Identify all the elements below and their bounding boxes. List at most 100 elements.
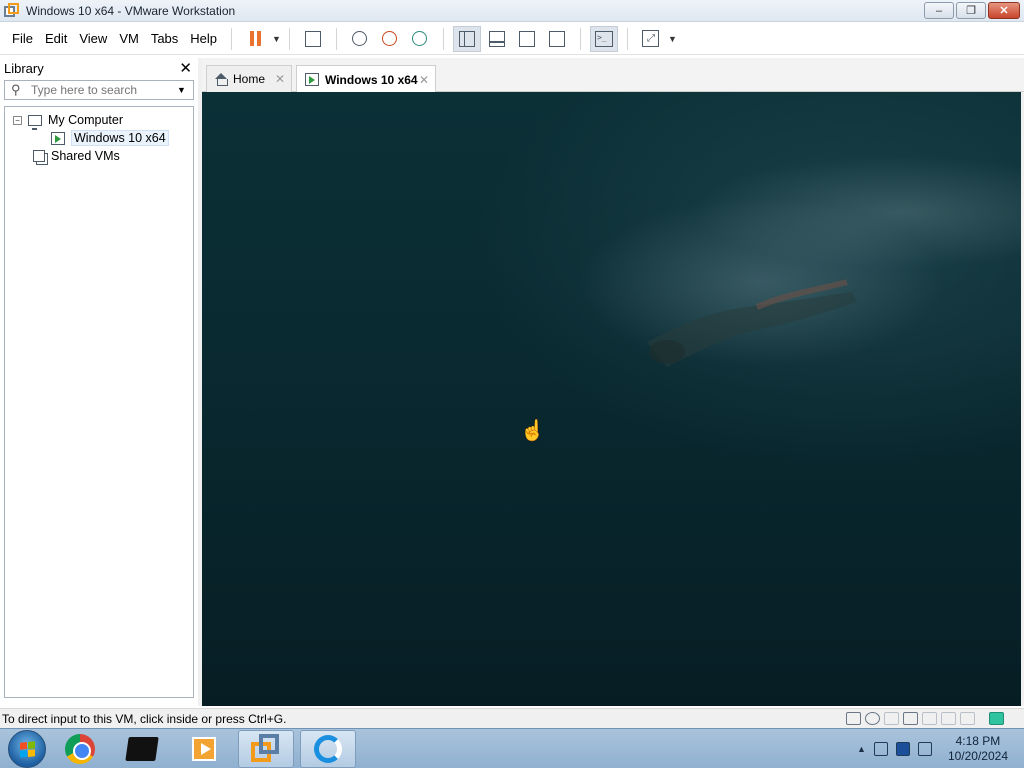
- toolbar-separator: [442, 27, 444, 50]
- library-tree: − My Computer Windows 10 x64 Shared VMs: [4, 106, 194, 698]
- close-button[interactable]: ✕: [988, 2, 1020, 19]
- menu-help[interactable]: Help: [184, 23, 223, 55]
- vm-tab-icon: [305, 73, 319, 86]
- clock-time: 4:18 PM: [955, 733, 1001, 748]
- restore-button[interactable]: ❐: [956, 2, 986, 19]
- snapshot-icon: [352, 31, 368, 46]
- tree-item-my-computer[interactable]: − My Computer: [5, 111, 193, 130]
- toolbar-separator: [231, 27, 233, 50]
- library-pane: Library ✕ ⚲ ▼ − My Computer Windows 10 x…: [0, 58, 198, 706]
- computer-icon: [28, 114, 42, 130]
- hard-disk-icon[interactable]: [846, 712, 861, 725]
- revert-snapshot-icon: [382, 31, 398, 46]
- snapshot-manager-button[interactable]: [406, 26, 434, 52]
- message-log-icon[interactable]: [989, 712, 1004, 725]
- full-screen-button[interactable]: [513, 26, 541, 52]
- tree-label-shared-vms: Shared VMs: [51, 149, 120, 163]
- vm-running-icon: [51, 131, 65, 145]
- show-library-button[interactable]: [452, 25, 481, 52]
- taskbar-sync-app[interactable]: [300, 729, 356, 768]
- tree-label-vm: Windows 10 x64: [71, 130, 169, 146]
- shared-vms-icon: [33, 150, 45, 162]
- show-thumbnail-bar-button[interactable]: [483, 26, 511, 52]
- tree-label-my-computer: My Computer: [48, 113, 124, 127]
- tab-strip: Home ✕ Windows 10 x64 ✕: [202, 58, 1024, 93]
- title-bar: Windows 10 x64 - VMware Workstation ‒ ❐ …: [0, 0, 1024, 22]
- full-screen-icon: [518, 30, 535, 47]
- media-player-icon: [192, 736, 216, 761]
- library-close-icon[interactable]: ✕: [179, 59, 192, 77]
- power-dropdown-icon[interactable]: ▼: [272, 34, 281, 44]
- printer-icon[interactable]: [922, 712, 937, 725]
- device-icons: [846, 712, 1024, 725]
- stretch-guest-button[interactable]: ⤢: [637, 26, 665, 52]
- floppy-icon[interactable]: [884, 712, 899, 725]
- menu-view[interactable]: View: [73, 23, 113, 55]
- sync-icon: [314, 734, 342, 763]
- library-header: Library ✕: [0, 58, 198, 78]
- stretch-dropdown-icon[interactable]: ▼: [668, 34, 677, 44]
- system-tray: ▲ 4:18 PM 10/20/2024: [857, 734, 1024, 764]
- snapshot-manager-icon: [412, 31, 428, 46]
- tray-app-icon[interactable]: [873, 741, 888, 756]
- taskbar-app-black[interactable]: [114, 730, 170, 768]
- tree-item-shared-vms[interactable]: Shared VMs: [5, 147, 193, 165]
- tray-display-icon[interactable]: [895, 741, 910, 756]
- toolbar-separator: [626, 27, 628, 50]
- send-ctrl-alt-del-button[interactable]: [299, 26, 327, 52]
- pause-icon: [249, 31, 261, 46]
- library-pane-icon: [458, 30, 475, 47]
- revert-snapshot-button[interactable]: [376, 26, 404, 52]
- cd-dvd-icon[interactable]: [865, 712, 880, 725]
- take-snapshot-button[interactable]: [346, 26, 374, 52]
- vmware-icon: [251, 733, 281, 764]
- start-button[interactable]: [8, 729, 46, 768]
- vm-console[interactable]: ☝: [202, 92, 1021, 706]
- pause-button[interactable]: [241, 26, 269, 52]
- thumbnail-bar-icon: [488, 30, 505, 47]
- stretch-icon: ⤢: [642, 30, 660, 47]
- tab-home-label: Home: [233, 72, 266, 86]
- library-search-input[interactable]: [31, 83, 171, 97]
- network-adapter-icon[interactable]: [903, 712, 918, 725]
- sound-card-icon[interactable]: [941, 712, 956, 725]
- menu-file[interactable]: File: [0, 23, 39, 55]
- status-text: To direct input to this VM, click inside…: [2, 711, 287, 726]
- network-icon[interactable]: [917, 741, 932, 756]
- collapse-toggle-icon[interactable]: −: [13, 115, 22, 125]
- clock-date: 10/20/2024: [947, 748, 1008, 763]
- menu-toolbar: File Edit View VM Tabs Help ▼ >_ ⤢ ▼: [0, 23, 1024, 55]
- toolbar-separator: [335, 27, 337, 50]
- toolbar-separator: [579, 27, 581, 50]
- status-bar: To direct input to this VM, click inside…: [0, 708, 1024, 728]
- home-icon: [215, 73, 228, 86]
- system-clock[interactable]: 4:18 PM 10/20/2024: [948, 734, 1008, 764]
- unity-icon: [548, 30, 565, 47]
- tab-vm-label: Windows 10 x64: [325, 72, 418, 87]
- tab-vm-close-icon[interactable]: ✕: [419, 73, 429, 87]
- minimize-button[interactable]: ‒: [924, 2, 954, 19]
- console-view-button[interactable]: >_: [589, 25, 618, 52]
- windows-logo-icon: [20, 740, 35, 758]
- taskbar-vmware[interactable]: [238, 729, 294, 768]
- menu-vm[interactable]: VM: [113, 23, 145, 55]
- hand-cursor-icon: ☝: [520, 420, 545, 442]
- tree-item-vm[interactable]: Windows 10 x64: [5, 129, 193, 147]
- swimmer-image: [647, 279, 857, 367]
- chrome-icon: [65, 733, 95, 764]
- display-icon[interactable]: [960, 712, 975, 725]
- menu-tabs[interactable]: Tabs: [145, 23, 184, 55]
- terminal-icon: >_: [594, 30, 613, 47]
- library-search[interactable]: ⚲ ▼: [4, 80, 194, 100]
- search-dropdown-icon[interactable]: ▼: [177, 85, 186, 95]
- tab-home[interactable]: Home ✕: [206, 65, 292, 92]
- unity-button[interactable]: [543, 26, 571, 52]
- tab-home-close-icon[interactable]: ✕: [275, 72, 285, 86]
- menu-edit[interactable]: Edit: [39, 23, 73, 55]
- taskbar-chrome[interactable]: [52, 730, 108, 768]
- taskbar-media-player[interactable]: [176, 730, 232, 768]
- taskbar: ▲ 4:18 PM 10/20/2024: [0, 728, 1024, 768]
- tab-vm[interactable]: Windows 10 x64 ✕: [296, 65, 436, 93]
- show-hidden-icons-icon[interactable]: ▲: [857, 744, 866, 754]
- window-title: Windows 10 x64 - VMware Workstation: [26, 3, 236, 18]
